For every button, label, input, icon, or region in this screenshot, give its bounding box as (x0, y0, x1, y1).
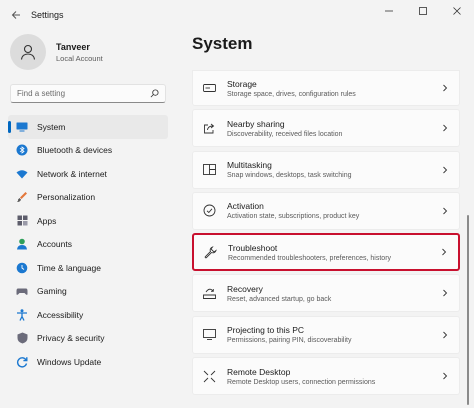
setting-title: Recovery (227, 283, 263, 294)
sidebar-nav: System Bluetooth & devices Network & int… (8, 115, 168, 374)
close-icon (453, 7, 461, 15)
window-title: Settings (31, 10, 64, 20)
shield-icon (16, 332, 28, 344)
page-title: System (192, 34, 253, 53)
user-profile[interactable]: Tanveer Local Account (10, 34, 103, 70)
sidebar-item-bluetooth-devices[interactable]: Bluetooth & devices (8, 139, 168, 163)
accessibility-icon (16, 309, 28, 321)
window-controls (372, 0, 474, 22)
setting-title: Activation (227, 201, 264, 212)
globe-clock-icon (16, 262, 28, 274)
sidebar-item-label: Time & language (37, 262, 101, 273)
sidebar-item-time-language[interactable]: Time & language (8, 256, 168, 280)
setting-description: Remote Desktop users, connection permiss… (227, 378, 376, 386)
maximize-icon (419, 7, 427, 15)
sidebar-item-label: Gaming (37, 286, 67, 297)
setting-storage[interactable]: Storage Storage space, drives, configura… (192, 70, 460, 106)
sidebar-item-personalization[interactable]: Personalization (8, 186, 168, 210)
chevron-right-icon (441, 289, 449, 297)
chevron-right-icon (440, 248, 448, 256)
setting-remote-desktop[interactable]: Remote Desktop Remote Desktop users, con… (192, 357, 460, 396)
setting-title: Multitasking (227, 160, 272, 171)
chevron-right-icon (441, 331, 449, 339)
bluetooth-icon (16, 144, 28, 156)
remote-desktop-icon (203, 370, 216, 383)
sidebar-item-windows-update[interactable]: Windows Update (8, 350, 168, 374)
sidebar-item-accessibility[interactable]: Accessibility (8, 303, 168, 327)
setting-recovery[interactable]: Recovery Reset, advanced startup, go bac… (192, 274, 460, 313)
chevron-right-icon (441, 124, 449, 132)
wifi-icon (16, 168, 28, 180)
update-icon (16, 356, 28, 368)
sidebar-item-label: Personalization (37, 192, 96, 203)
setting-activation[interactable]: Activation Activation state, subscriptio… (192, 191, 460, 230)
sidebar-item-gaming[interactable]: Gaming (8, 280, 168, 304)
sidebar-item-label: System (37, 121, 66, 132)
search-icon (150, 89, 159, 98)
setting-multitasking[interactable]: Multitasking Snap windows, desktops, tas… (192, 150, 460, 189)
chevron-right-icon (441, 372, 449, 380)
person-icon (20, 44, 36, 60)
setting-title: Storage (227, 78, 257, 89)
setting-nearby-sharing[interactable]: Nearby sharing Discoverability, received… (192, 109, 460, 148)
scrollbar-thumb[interactable] (467, 215, 469, 405)
setting-title: Projecting to this PC (227, 325, 305, 336)
close-button[interactable] (440, 0, 474, 22)
share-icon (203, 122, 216, 135)
setting-description: Snap windows, desktops, task switching (227, 172, 352, 180)
multitasking-icon (203, 163, 216, 176)
paint-brush-icon (16, 191, 28, 203)
sidebar-item-label: Apps (37, 215, 57, 226)
setting-troubleshoot[interactable]: Troubleshoot Recommended troubleshooters… (192, 233, 460, 272)
setting-description: Activation state, subscriptions, product… (227, 213, 360, 221)
sidebar-item-apps[interactable]: Apps (8, 209, 168, 233)
search-box[interactable] (10, 84, 166, 103)
title-bar: Settings (0, 0, 474, 30)
projector-icon (203, 328, 216, 341)
settings-list: Storage Storage space, drives, configura… (192, 70, 460, 398)
sidebar-item-label: Accessibility (37, 309, 84, 320)
sidebar-item-system[interactable]: System (8, 115, 168, 139)
storage-icon (203, 82, 216, 95)
sidebar-item-accounts[interactable]: Accounts (8, 233, 168, 257)
setting-description: Recommended troubleshooters, preferences… (228, 254, 392, 262)
setting-description: Permissions, pairing PIN, discoverabilit… (227, 337, 352, 345)
setting-description: Discoverability, received files location (227, 130, 343, 138)
sidebar-item-label: Privacy & security (37, 333, 105, 344)
avatar (10, 34, 46, 70)
setting-title: Troubleshoot (228, 242, 278, 253)
chevron-right-icon (441, 207, 449, 215)
sidebar-item-network-internet[interactable]: Network & internet (8, 162, 168, 186)
sidebar-item-label: Bluetooth & devices (37, 145, 113, 156)
setting-projecting-to-this-pc[interactable]: Projecting to this PC Permissions, pairi… (192, 315, 460, 354)
back-arrow-icon (11, 11, 20, 19)
search-input[interactable] (17, 89, 150, 98)
profile-account-type: Local Account (56, 53, 103, 63)
chevron-right-icon (441, 166, 449, 174)
person-icon (16, 238, 28, 250)
activation-icon (203, 204, 216, 217)
minimize-icon (385, 10, 393, 12)
sidebar-item-label: Network & internet (37, 168, 107, 179)
sidebar-item-privacy-security[interactable]: Privacy & security (8, 327, 168, 351)
monitor-icon (16, 121, 28, 133)
setting-description: Reset, advanced startup, go back (227, 295, 332, 303)
profile-name: Tanveer (56, 41, 90, 52)
sidebar-item-label: Windows Update (37, 356, 102, 367)
maximize-button[interactable] (406, 0, 440, 22)
gamepad-icon (16, 285, 28, 297)
sidebar-item-label: Accounts (37, 239, 72, 250)
setting-title: Nearby sharing (227, 118, 285, 129)
recovery-icon (203, 287, 216, 300)
setting-description: Storage space, drives, configuration rul… (227, 90, 356, 98)
wrench-icon (204, 245, 217, 259)
back-button[interactable] (5, 4, 27, 26)
apps-icon (16, 215, 28, 227)
chevron-right-icon (441, 84, 449, 92)
setting-title: Remote Desktop (227, 366, 291, 377)
minimize-button[interactable] (372, 0, 406, 22)
